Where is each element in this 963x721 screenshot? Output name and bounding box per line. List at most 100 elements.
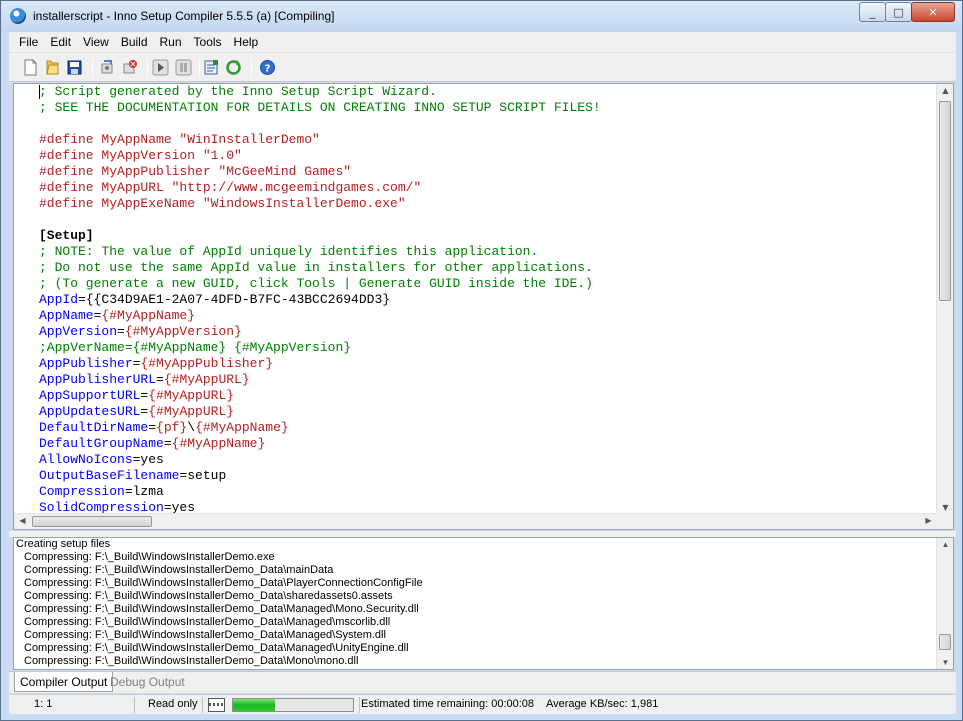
open-button[interactable]	[44, 59, 61, 76]
output-line: Compressing: F:\_Build\WindowsInstallerD…	[24, 616, 391, 628]
scroll-up-icon[interactable]: ▲	[937, 86, 954, 95]
status-separator	[202, 697, 203, 713]
code-line[interactable]: #define MyAppExeName "WindowsInstallerDe…	[39, 196, 937, 212]
pause-icon	[175, 59, 192, 76]
toolbar: ?	[9, 52, 956, 82]
code-area[interactable]: ; Script generated by the Inno Setup Scr…	[14, 84, 937, 514]
status-separator	[359, 697, 360, 713]
menu-run[interactable]: Run	[154, 32, 188, 52]
code-line[interactable]: AppPublisher={#MyAppPublisher}	[39, 356, 937, 372]
output-vscroll-thumb[interactable]	[939, 634, 951, 650]
tab-debug-output[interactable]: Debug Output	[105, 672, 190, 692]
close-icon: ✕	[928, 5, 938, 19]
time-remaining: Estimated time remaining: 00:00:08	[361, 698, 535, 710]
code-line[interactable]: DefaultDirName={pf}\{#MyAppName}	[39, 420, 937, 436]
tab-compiler-output[interactable]: Compiler Output	[14, 672, 114, 692]
menu-help[interactable]: Help	[228, 32, 265, 52]
pause-button[interactable]	[175, 59, 192, 76]
menu-tools[interactable]: Tools	[188, 32, 228, 52]
code-line[interactable]: ; (To generate a new GUID, click Tools |…	[39, 276, 937, 292]
new-file-button[interactable]	[22, 59, 39, 76]
editor-vscroll-thumb[interactable]	[939, 101, 951, 301]
output-scroll-up-icon[interactable]: ▲	[937, 540, 953, 549]
progress-fill	[233, 699, 275, 711]
title-bar[interactable]: installerscript - Inno Setup Compiler 5.…	[1, 1, 962, 32]
code-line[interactable]: OutputBaseFilename=setup	[39, 468, 937, 484]
code-line[interactable]: ; Do not use the same AppId value in ins…	[39, 260, 937, 276]
target-icon	[204, 60, 218, 75]
compile-icon	[101, 60, 113, 74]
average-speed: Average KB/sec: 1,981	[546, 698, 659, 710]
cursor-position: 1: 1	[34, 698, 53, 710]
script-editor[interactable]: ; Script generated by the Inno Setup Scr…	[13, 83, 954, 530]
run-icon	[152, 59, 169, 76]
code-line[interactable]: AppSupportURL={#MyAppURL}	[39, 388, 937, 404]
code-line[interactable]: ;AppVerName={#MyAppName} {#MyAppVersion}	[39, 340, 937, 356]
help-button[interactable]: ?	[259, 59, 276, 76]
scroll-down-icon[interactable]: ▼	[937, 503, 954, 512]
code-line[interactable]: SolidCompression=yes	[39, 500, 937, 514]
help-icon: ?	[260, 60, 275, 75]
code-line[interactable]: [Setup]	[39, 228, 937, 244]
editor-vertical-scrollbar[interactable]: ▲ ▼	[936, 84, 953, 514]
output-vertical-scrollbar[interactable]: ▲ ▼	[936, 538, 953, 669]
editor-hscroll-thumb[interactable]	[32, 516, 152, 527]
code-line[interactable]: AllowNoIcons=yes	[39, 452, 937, 468]
maximize-icon: □	[893, 5, 904, 19]
code-line[interactable]: #define MyAppPublisher "McGeeMind Games"	[39, 164, 937, 180]
menu-edit[interactable]: Edit	[44, 32, 77, 52]
code-line[interactable]	[39, 116, 937, 132]
code-line[interactable]: #define MyAppVersion "1.0"	[39, 148, 937, 164]
output-line: Compressing: F:\_Build\WindowsInstallerD…	[24, 551, 275, 563]
toolbar-separator	[147, 58, 148, 78]
code-line[interactable]	[39, 212, 937, 228]
output-line: Compressing: F:\_Build\WindowsInstallerD…	[24, 655, 359, 667]
svg-text:?: ?	[265, 64, 271, 75]
output-line: Compressing: F:\_Build\WindowsInstallerD…	[24, 603, 419, 615]
minimize-icon: _	[869, 5, 876, 19]
output-lines: Creating setup files Compressing: F:\_Bui…	[14, 538, 953, 668]
code-line[interactable]: AppUpdatesURL={#MyAppURL}	[39, 404, 937, 420]
output-line: Compressing: F:\_Build\WindowsInstallerD…	[24, 590, 393, 602]
new-file-icon	[24, 59, 37, 76]
code-line[interactable]: ; Script generated by the Inno Setup Scr…	[39, 84, 937, 100]
output-line: Creating setup files	[16, 538, 111, 550]
stop-compile-button[interactable]	[121, 59, 138, 76]
toolbar-separator	[92, 58, 93, 78]
save-button[interactable]	[66, 59, 83, 76]
compile-button[interactable]	[99, 59, 116, 76]
stop-compile-icon	[123, 60, 137, 74]
code-line[interactable]: AppId={{C34D9AE1-2A07-4DFD-B7FC-43BCC269…	[39, 292, 937, 308]
inno-setup-app-icon[interactable]	[10, 8, 26, 24]
code-line[interactable]: AppName={#MyAppName}	[39, 308, 937, 324]
save-icon	[67, 60, 82, 75]
code-line[interactable]: DefaultGroupName={#MyAppName}	[39, 436, 937, 452]
code-line[interactable]: ; NOTE: The value of AppId uniquely iden…	[39, 244, 937, 260]
compile-progress-bar	[232, 698, 354, 712]
code-line[interactable]: ; SEE THE DOCUMENTATION FOR DETAILS ON C…	[39, 100, 937, 116]
output-line: Compressing: F:\_Build\WindowsInstallerD…	[24, 642, 409, 654]
minimize-button[interactable]: _	[859, 2, 886, 22]
window-title: installerscript - Inno Setup Compiler 5.…	[33, 9, 335, 23]
compiler-output-pane[interactable]: Creating setup files Compressing: F:\_Bui…	[13, 537, 954, 670]
maximize-button[interactable]: □	[885, 2, 912, 22]
code-line[interactable]: AppVersion={#MyAppVersion}	[39, 324, 937, 340]
status-bar: 1: 1 Read only Estimated time remaining:…	[9, 694, 956, 714]
scroll-left-icon[interactable]: ◀	[14, 516, 31, 525]
menu-file[interactable]: File	[9, 32, 44, 52]
close-button[interactable]: ✕	[911, 2, 955, 22]
code-line[interactable]: #define MyAppURL "http://www.mcgeemindga…	[39, 180, 937, 196]
scroll-right-icon[interactable]: ▶	[920, 516, 937, 525]
menu-view[interactable]: View	[77, 32, 115, 52]
keyboard-icon	[208, 698, 225, 712]
code-line[interactable]: #define MyAppName "WinInstallerDemo"	[39, 132, 937, 148]
output-scroll-down-icon[interactable]: ▼	[937, 658, 953, 667]
run-button[interactable]	[152, 59, 169, 76]
code-line[interactable]: Compression=lzma	[39, 484, 937, 500]
read-only-status: Read only	[148, 698, 198, 710]
editor-horizontal-scrollbar[interactable]: ◀ ▶	[14, 513, 937, 529]
menu-build[interactable]: Build	[115, 32, 154, 52]
target-setup-button[interactable]	[203, 59, 220, 76]
code-line[interactable]: AppPublisherURL={#MyAppURL}	[39, 372, 937, 388]
refresh-button[interactable]	[225, 59, 242, 76]
